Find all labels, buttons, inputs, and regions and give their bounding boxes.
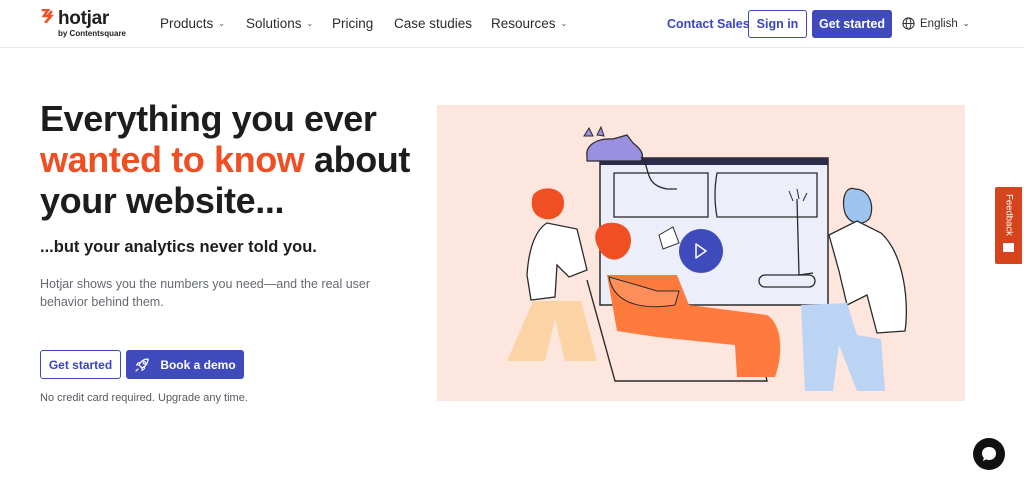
hero-title-line2-rest: about [304,139,410,180]
nav-products-label: Products [160,16,214,31]
chevron-down-icon: ⌄ [962,19,970,28]
book-demo-label: Book a demo [160,357,236,372]
feedback-icon [1003,243,1014,252]
top-navigation: hotjar by Contentsquare Products ⌄ Solut… [0,0,1024,48]
old-man-illustration [842,187,873,224]
logo-tagline: by Contentsquare [58,29,127,38]
chat-widget-button[interactable] [973,438,1005,470]
nav-case-studies-label: Case studies [394,16,473,31]
hotjar-logo[interactable]: hotjar by Contentsquare [40,7,140,41]
play-icon [695,243,707,259]
nav-products[interactable]: Products ⌄ [160,0,225,47]
language-selector[interactable]: English ⌄ [902,0,969,47]
nav-resources-label: Resources [491,16,556,31]
nav-solutions-label: Solutions [246,16,302,31]
no-credit-card-note: No credit card required. Upgrade any tim… [40,392,248,404]
hero-description: Hotjar shows you the numbers you need—an… [40,277,371,309]
book-demo-button[interactable]: Book a demo [126,350,244,379]
chat-bubble-icon [982,447,996,461]
chevron-down-icon: ⌄ [306,19,314,28]
get-started-button[interactable]: Get started [40,350,121,379]
feedback-tab[interactable]: Feedback [995,187,1022,264]
chevron-down-icon: ⌄ [218,19,225,28]
hotjar-flame-icon [41,9,54,23]
nav-pricing-label: Pricing [332,16,374,31]
hero-title-accent: wanted to know [40,139,305,180]
hero-subtitle: ...but your analytics never told you. [40,238,317,256]
sign-in-button[interactable]: Sign in [748,10,807,38]
nav-resources[interactable]: Resources ⌄ [491,0,567,47]
rocket-icon [135,357,149,372]
chevron-down-icon: ⌄ [560,19,568,28]
nav-case-studies[interactable]: Case studies [394,0,472,47]
hero-title-line3: your website... [40,180,285,221]
woman-illustration [531,188,565,220]
contact-sales-link[interactable]: Contact Sales [667,0,750,47]
language-label: English [920,17,958,30]
cat-illustration [586,134,644,162]
header-get-started-button[interactable]: Get started [812,10,892,38]
play-video-button[interactable] [679,229,723,273]
globe-icon [902,17,915,30]
hero-title: Everything you ever wanted to know about… [40,98,420,221]
nav-solutions[interactable]: Solutions ⌄ [246,0,313,47]
nav-pricing[interactable]: Pricing [332,0,373,47]
hero-title-line1: Everything you ever [40,98,377,139]
logo-wordmark: hotjar [58,8,109,29]
feedback-label: Feedback [1003,194,1014,236]
